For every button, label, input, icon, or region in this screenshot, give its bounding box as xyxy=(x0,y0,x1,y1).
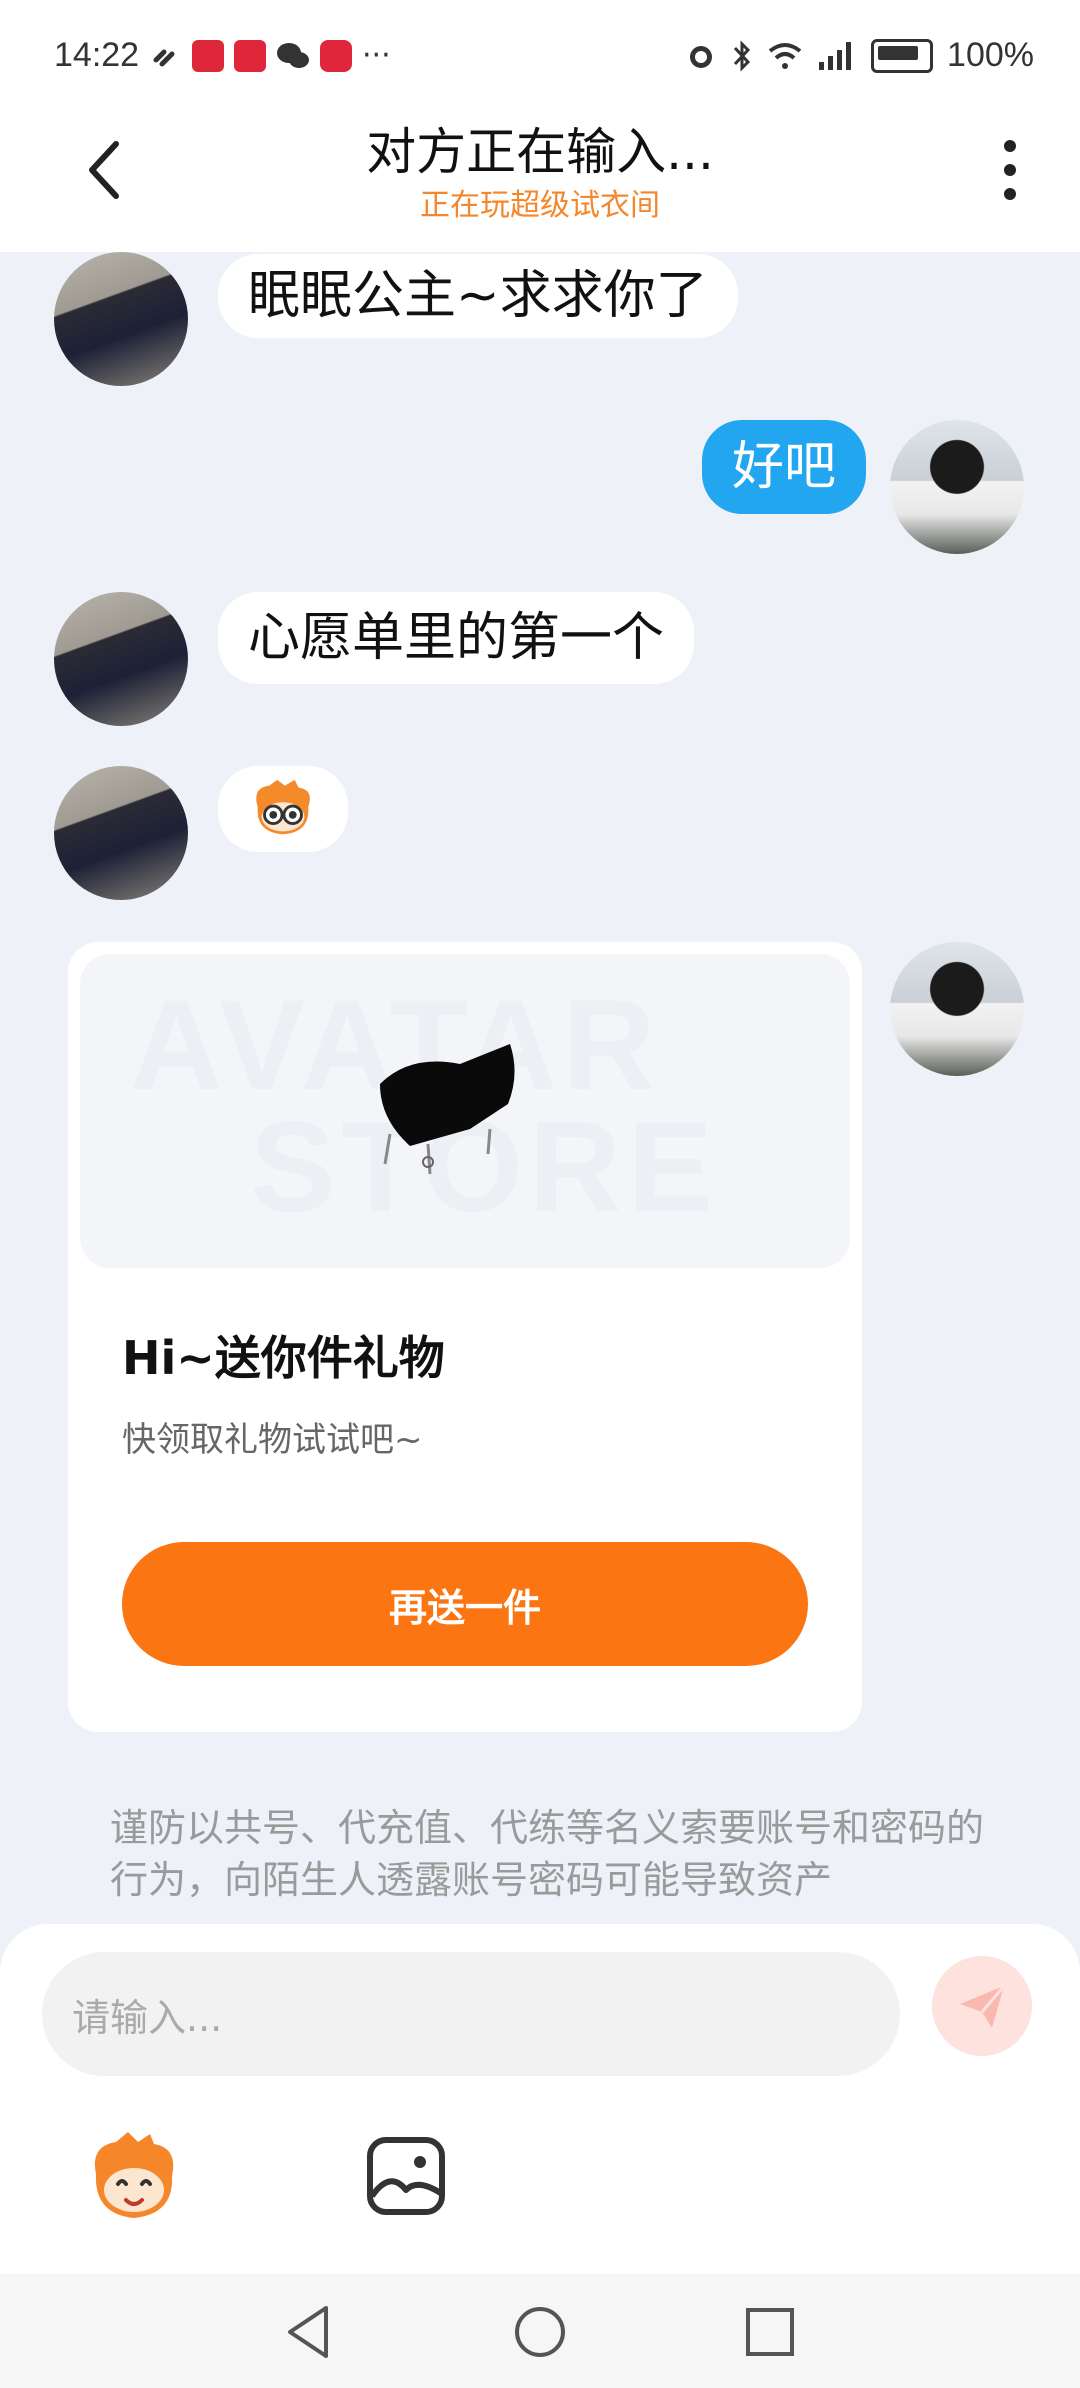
nav-home-icon[interactable] xyxy=(510,2302,570,2362)
chat-messages[interactable]: 眠眠公主~求求你了 好吧 心愿单里的第一个 AVATAR STORE Hi~送你… xyxy=(0,252,1080,1924)
app-icon xyxy=(320,39,352,72)
more-icon[interactable] xyxy=(1004,140,1016,200)
contact-avatar[interactable] xyxy=(54,766,188,900)
status-time: 14:22 xyxy=(54,36,140,74)
taobao-icon xyxy=(234,39,266,72)
contact-avatar[interactable] xyxy=(54,592,188,726)
battery-icon xyxy=(871,38,934,73)
gift-subtitle: 快领取礼物试试吧~ xyxy=(122,1420,423,1460)
signal-icon xyxy=(819,41,852,70)
gift-image: AVATAR STORE xyxy=(80,954,850,1268)
security-warning: 谨防以共号、代充值、代练等名义索要账号和密码的行为，向陌生人透露账号密码可能导致… xyxy=(110,1806,985,1902)
message-bubble: 眠眠公主~求求你了 xyxy=(218,254,738,338)
sticker-bubble xyxy=(218,766,348,852)
bluetooth-icon xyxy=(733,39,751,72)
gift-card[interactable]: AVATAR STORE Hi~送你件礼物 快领取礼物试试吧~ 再送一件 xyxy=(68,942,862,1732)
taobao-icon xyxy=(192,39,224,72)
user-avatar[interactable] xyxy=(890,420,1024,554)
wifi-icon xyxy=(768,42,802,69)
send-button[interactable] xyxy=(932,1956,1032,2056)
send-another-button[interactable]: 再送一件 xyxy=(122,1542,808,1666)
gift-title: Hi~送你件礼物 xyxy=(122,1331,445,1385)
gift-item-image xyxy=(380,1044,515,1175)
more-notifications: ··· xyxy=(362,38,391,73)
status-right: 100% xyxy=(685,36,1034,75)
system-nav-bar xyxy=(0,2274,1080,2388)
monkey-sticker-icon xyxy=(256,779,310,835)
chat-title: 对方正在输入... xyxy=(366,123,714,181)
wechat-icon xyxy=(277,42,309,68)
nav-back-icon[interactable] xyxy=(280,2302,340,2362)
alarm-icon xyxy=(690,45,713,68)
user-avatar[interactable] xyxy=(890,942,1024,1076)
composer: 请输入... xyxy=(0,1924,1080,2274)
contact-avatar[interactable] xyxy=(54,252,188,386)
link-icon xyxy=(153,49,175,66)
nav-recent-icon[interactable] xyxy=(740,2302,800,2362)
notification-icons: ··· xyxy=(150,38,391,73)
message-bubble: 心愿单里的第一个 xyxy=(218,592,695,684)
battery-level: 100% xyxy=(947,36,1034,74)
status-bar: 14:22 ··· 100% xyxy=(0,0,1080,120)
message-input[interactable]: 请输入... xyxy=(42,1952,900,2076)
chat-subtitle: 正在玩超级试衣间 xyxy=(420,188,660,223)
message-bubble-self: 好吧 xyxy=(702,420,867,514)
send-icon xyxy=(960,1985,1006,2028)
emoji-icon[interactable] xyxy=(84,2128,184,2228)
image-icon[interactable] xyxy=(364,2134,448,2218)
